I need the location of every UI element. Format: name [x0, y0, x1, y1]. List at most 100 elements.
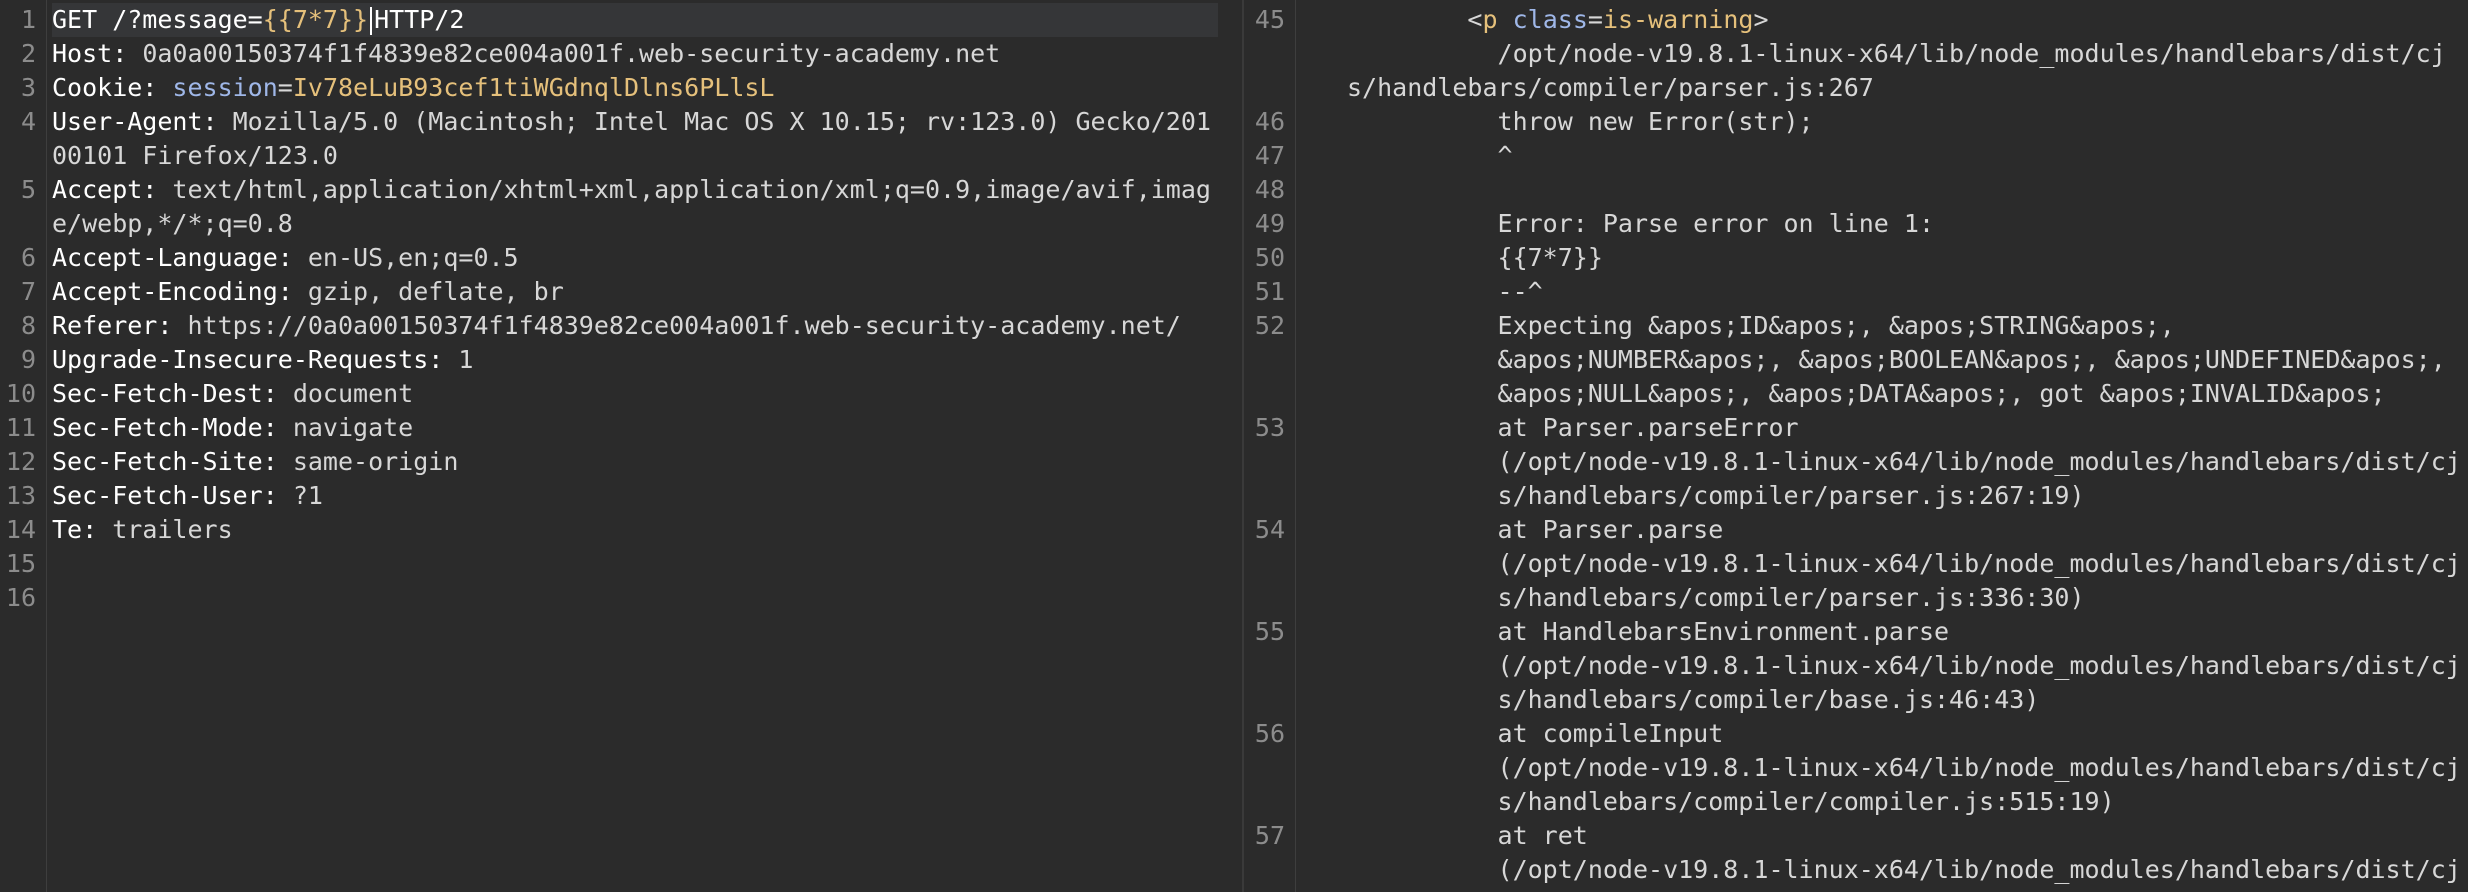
- line-number: 51: [1254, 277, 1285, 306]
- line-number: 45: [1254, 5, 1285, 34]
- request-line[interactable]: 3 Cookie: session=Iv78eLuB93cef1tiWGdnqlD…: [0, 71, 1242, 105]
- line-content[interactable]: at HandlebarsEnvironment.parse (/opt/nod…: [1347, 615, 2465, 717]
- response-line[interactable]: 54 at Parser.parse (/opt/node-v19.8.1-li…: [1244, 513, 2468, 615]
- line-content[interactable]: throw new Error(str);: [1347, 105, 2465, 139]
- request-line[interactable]: 8 Referer: https://0a0a00150374f1f4839e82…: [0, 309, 1242, 343]
- request-line[interactable]: 6 Accept-Language: en-US,en;q=0.5: [0, 241, 1242, 275]
- token: Upgrade-Insecure-Requests:: [52, 345, 459, 374]
- request-line[interactable]: 9 Upgrade-Insecure-Requests: 1: [0, 343, 1242, 377]
- line-content[interactable]: ^: [1347, 139, 2465, 173]
- response-line[interactable]: 50 {{7*7}}: [1244, 241, 2468, 275]
- line-number: 4: [20, 107, 36, 136]
- request-line[interactable]: 12 Sec-Fetch-Site: same-origin: [0, 445, 1242, 479]
- token: session: [172, 73, 278, 102]
- line-content[interactable]: GET /?message={{7*7}} HTTP/2: [52, 3, 1218, 37]
- token: Accept-Language:: [52, 243, 308, 272]
- request-line[interactable]: 4 User-Agent: Mozilla/5.0 (Macintosh; Int…: [0, 105, 1242, 173]
- response-line[interactable]: 48: [1244, 173, 2468, 207]
- line-content[interactable]: Accept-Language: en-US,en;q=0.5: [52, 241, 1218, 275]
- line-number: 5: [20, 175, 36, 204]
- response-line[interactable]: 46 throw new Error(str);: [1244, 105, 2468, 139]
- response-line[interactable]: 49 Error: Parse error on line 1:: [1244, 207, 2468, 241]
- request-lines[interactable]: 1 GET /?message={{7*7}} HTTP/2 2 Host: 0a0a0…: [0, 3, 1242, 615]
- line-content[interactable]: Error: Parse error on line 1:: [1347, 207, 2465, 241]
- line-number: 2: [20, 39, 36, 68]
- line-content[interactable]: --^: [1347, 275, 2465, 309]
- line-content[interactable]: Sec-Fetch-Dest: document: [52, 377, 1218, 411]
- line-content[interactable]: User-Agent: Mozilla/5.0 (Macintosh; Inte…: [52, 105, 1218, 173]
- response-line[interactable]: 45 <p class=is-warning>: [1244, 3, 2468, 37]
- line-number: 11: [5, 413, 36, 442]
- token: Accept:: [52, 175, 173, 204]
- line-number: 14: [5, 515, 36, 544]
- token: Referer:: [52, 311, 188, 340]
- line-content[interactable]: /opt/node-v19.8.1-linux-x64/lib/node_mod…: [1347, 37, 2465, 105]
- line-number: 50: [1254, 243, 1285, 272]
- response-line[interactable]: 53 at Parser.parseError (/opt/node-v19.8…: [1244, 411, 2468, 513]
- token: at HandlebarsEnvironment.parse (/opt/nod…: [1497, 617, 2461, 714]
- request-line[interactable]: 7 Accept-Encoding: gzip, deflate, br: [0, 275, 1242, 309]
- response-viewer[interactable]: 45 <p class=is-warning> /opt/node-v19.8.…: [1244, 0, 2468, 892]
- token: Expecting &apos;ID&apos;, &apos;STRING&a…: [1497, 311, 2446, 408]
- line-content[interactable]: Expecting &apos;ID&apos;, &apos;STRING&a…: [1347, 309, 2465, 411]
- line-content[interactable]: Sec-Fetch-Site: same-origin: [52, 445, 1218, 479]
- token: en-US,en;q=0.5: [307, 243, 519, 272]
- response-line[interactable]: /opt/node-v19.8.1-linux-x64/lib/node_mod…: [1244, 37, 2468, 105]
- line-content[interactable]: Accept: text/html,application/xhtml+xml,…: [52, 173, 1218, 241]
- line-number: 57: [1254, 821, 1285, 850]
- response-line[interactable]: 52 Expecting &apos;ID&apos;, &apos;STRIN…: [1244, 309, 2468, 411]
- token: at ret (/opt/node-v19.8.1-linux-x64/lib/…: [1497, 821, 2461, 884]
- line-content[interactable]: Referer: https://0a0a00150374f1f4839e82c…: [52, 309, 1218, 343]
- line-content[interactable]: Upgrade-Insecure-Requests: 1: [52, 343, 1218, 377]
- line-content[interactable]: [52, 581, 1218, 615]
- request-line[interactable]: 11 Sec-Fetch-Mode: navigate: [0, 411, 1242, 445]
- line-content[interactable]: Te: trailers: [52, 513, 1218, 547]
- request-line[interactable]: 10 Sec-Fetch-Dest: document: [0, 377, 1242, 411]
- token: https://0a0a00150374f1f4839e82ce004a001f…: [187, 311, 1181, 340]
- response-line[interactable]: 56 at compileInput (/opt/node-v19.8.1-li…: [1244, 717, 2468, 819]
- request-line[interactable]: 2 Host: 0a0a00150374f1f4839e82ce004a001f.…: [0, 37, 1242, 71]
- token: Sec-Fetch-Mode:: [52, 413, 293, 442]
- token: GET /?message=: [52, 5, 263, 34]
- line-content[interactable]: at Parser.parseError (/opt/node-v19.8.1-…: [1347, 411, 2465, 513]
- line-content[interactable]: {{7*7}}: [1347, 241, 2465, 275]
- line-content[interactable]: Sec-Fetch-Mode: navigate: [52, 411, 1218, 445]
- token: =: [277, 73, 293, 102]
- token: --^: [1347, 277, 1543, 306]
- line-content[interactable]: Sec-Fetch-User: ?1: [52, 479, 1218, 513]
- response-lines[interactable]: 45 <p class=is-warning> /opt/node-v19.8.…: [1244, 3, 2468, 887]
- line-content[interactable]: at ret (/opt/node-v19.8.1-linux-x64/lib/…: [1347, 819, 2465, 887]
- line-number: 47: [1254, 141, 1285, 170]
- line-content[interactable]: at Parser.parse (/opt/node-v19.8.1-linux…: [1347, 513, 2465, 615]
- token: class: [1512, 5, 1588, 34]
- request-line[interactable]: 13 Sec-Fetch-User: ?1: [0, 479, 1242, 513]
- request-line[interactable]: 14 Te: trailers: [0, 513, 1242, 547]
- request-editor[interactable]: 1 GET /?message={{7*7}} HTTP/2 2 Host: 0a0a0…: [0, 0, 1242, 892]
- request-line[interactable]: 15: [0, 547, 1242, 581]
- line-content[interactable]: Accept-Encoding: gzip, deflate, br: [52, 275, 1218, 309]
- token: text/html,application/xhtml+xml,applicat…: [52, 175, 1211, 238]
- line-content[interactable]: Cookie: session=Iv78eLuB93cef1tiWGdnqlDl…: [52, 71, 1218, 105]
- token: at compileInput (/opt/node-v19.8.1-linux…: [1497, 719, 2461, 816]
- token: 0a0a00150374f1f4839e82ce004a001f.web-sec…: [142, 39, 1001, 68]
- line-content[interactable]: at compileInput (/opt/node-v19.8.1-linux…: [1347, 717, 2465, 819]
- line-number: 56: [1254, 719, 1285, 748]
- response-line[interactable]: 51 --^: [1244, 275, 2468, 309]
- response-line[interactable]: 57 at ret (/opt/node-v19.8.1-linux-x64/l…: [1244, 819, 2468, 887]
- token: throw new Error(str);: [1347, 107, 1814, 136]
- request-line[interactable]: 16: [0, 581, 1242, 615]
- token: 1: [458, 345, 474, 374]
- request-line[interactable]: 5 Accept: text/html,application/xhtml+xml…: [0, 173, 1242, 241]
- line-number: 53: [1254, 413, 1285, 442]
- token: HTTP/2: [374, 5, 465, 34]
- line-number: 52: [1254, 311, 1285, 340]
- line-number: [1244, 37, 1347, 105]
- line-content[interactable]: Host: 0a0a00150374f1f4839e82ce004a001f.w…: [52, 37, 1218, 71]
- line-content[interactable]: [52, 547, 1218, 581]
- response-line[interactable]: 55 at HandlebarsEnvironment.parse (/opt/…: [1244, 615, 2468, 717]
- response-line[interactable]: 47 ^: [1244, 139, 2468, 173]
- line-content[interactable]: <p class=is-warning>: [1347, 3, 2465, 37]
- request-line[interactable]: 1 GET /?message={{7*7}} HTTP/2: [0, 3, 1242, 37]
- line-content[interactable]: [1347, 173, 2465, 207]
